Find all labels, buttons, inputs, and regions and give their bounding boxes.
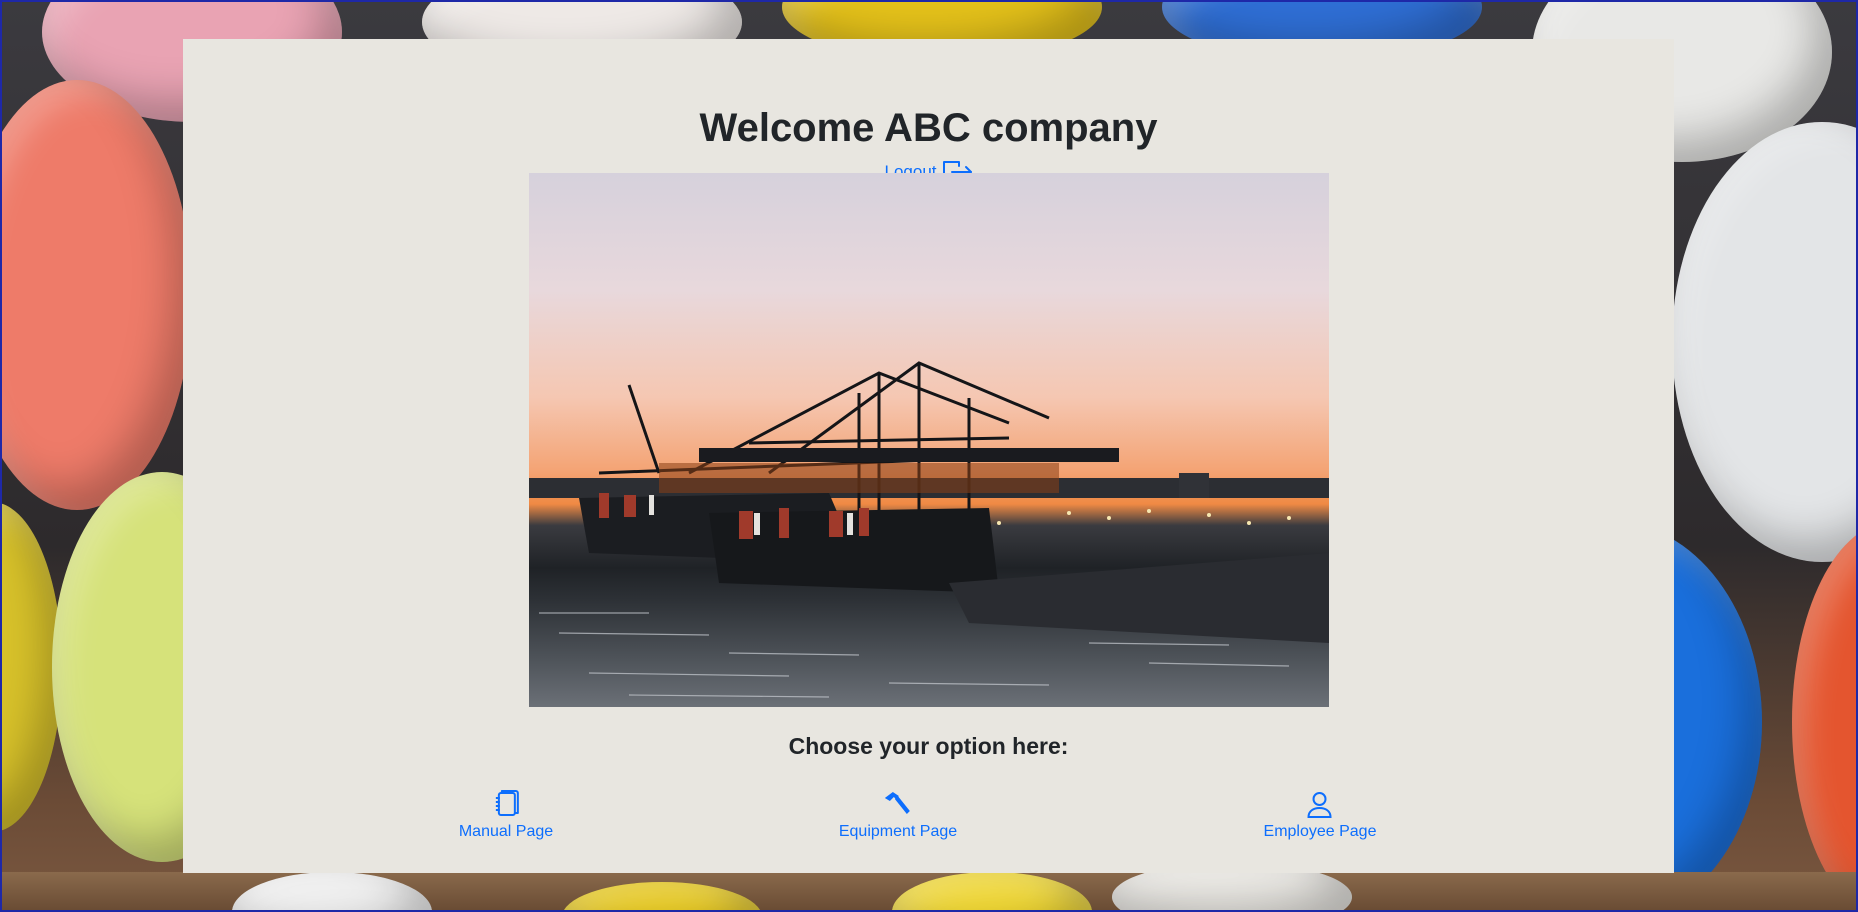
manual-page-label: Manual Page	[458, 823, 554, 840]
employee-page-label: Employee Page	[1263, 823, 1377, 840]
equipment-page-label: Equipment Page	[838, 823, 958, 840]
employee-page-link[interactable]: Employee Page	[1263, 789, 1377, 841]
helmet-white	[1672, 122, 1856, 562]
main-card: Welcome ABC company Logout Choose your o…	[183, 39, 1674, 873]
manual-page-link[interactable]: Manual Page	[459, 789, 553, 841]
helmet-coral	[2, 80, 192, 510]
port-cranes-illustration	[529, 361, 1329, 698]
port-cranes-photo	[529, 173, 1329, 707]
journals-icon	[495, 790, 519, 816]
person-icon	[1307, 792, 1333, 818]
choose-option-heading: Choose your option here:	[788, 733, 1069, 759]
equipment-page-link[interactable]: Equipment Page	[839, 789, 957, 841]
hammer-icon	[885, 792, 910, 814]
helmet-orange	[1792, 522, 1856, 910]
page-title: Welcome ABC company	[699, 106, 1158, 150]
